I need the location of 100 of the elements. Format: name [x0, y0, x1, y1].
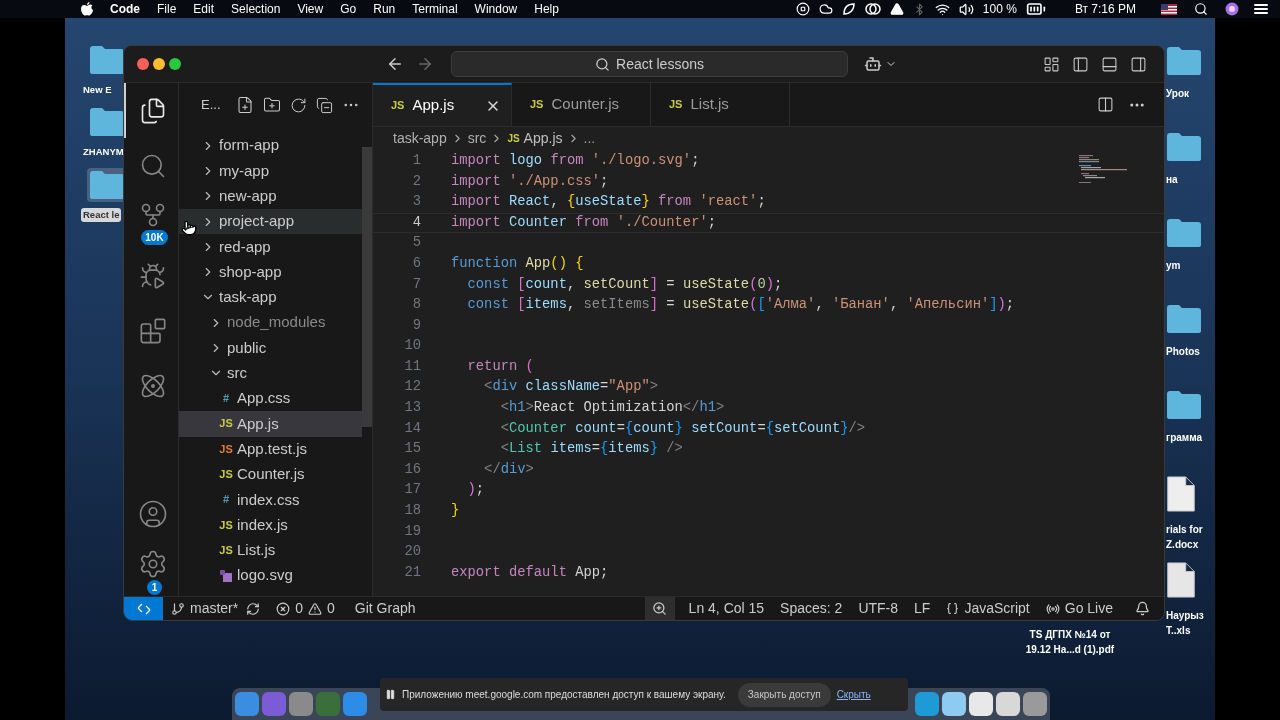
sync-icon[interactable]: [246, 601, 261, 616]
cloud-icon[interactable]: [818, 2, 833, 16]
menu-item[interactable]: Window: [474, 0, 518, 18]
folder-item[interactable]: src: [179, 360, 362, 386]
app-icon[interactable]: [1023, 692, 1047, 716]
assistant-icon[interactable]: [1225, 2, 1239, 16]
explorer-file[interactable]: # index.css: [179, 487, 362, 513]
desktop-icon-label[interactable]: Z.docx: [1166, 537, 1203, 552]
app-icon[interactable]: [996, 692, 1020, 716]
explorer-file[interactable]: JS index.js: [179, 512, 362, 538]
folder-item[interactable]: form-app: [179, 133, 362, 159]
menu-item[interactable]: Edit: [193, 0, 215, 18]
breadcrumb-item[interactable]: task-app: [393, 127, 447, 149]
sidebar-toggle-icon[interactable]: [1072, 55, 1089, 73]
desktop-icon-label[interactable]: ym: [1166, 258, 1181, 273]
menu-clock[interactable]: Вт 7:16 PM: [1074, 0, 1136, 18]
explorer-file[interactable]: logo.svg: [179, 563, 362, 589]
notifications-icon[interactable]: [1135, 601, 1150, 616]
triangle-icon[interactable]: [889, 2, 904, 16]
explorer-file[interactable]: JS App.test.js: [179, 436, 362, 462]
desktop-icon-label[interactable]: Photos: [1166, 344, 1200, 359]
breadcrumb-item[interactable]: ...: [583, 127, 596, 149]
editor-tab[interactable]: JS List.js: [651, 83, 790, 126]
explorer-file[interactable]: JS Counter.js: [179, 461, 362, 488]
apple-icon[interactable]: [81, 2, 93, 16]
minimize-window-button[interactable]: [153, 58, 165, 70]
control-center-icon[interactable]: [1254, 3, 1268, 15]
folder-item[interactable]: project-app: [179, 208, 362, 235]
desktop-icon-label[interactable]: React le: [81, 207, 122, 222]
volume-icon[interactable]: [958, 1, 974, 17]
extensions-icon[interactable]: [138, 316, 167, 345]
desktop-icon-label[interactable]: Наурыз: [1166, 608, 1204, 623]
menu-item[interactable]: Run: [373, 0, 396, 18]
folder-item[interactable]: public: [179, 335, 362, 361]
flag-icon[interactable]: [1161, 3, 1177, 15]
desktop-icon-label[interactable]: New E: [81, 83, 114, 98]
run-debug-icon[interactable]: [138, 261, 167, 290]
stop-sharing-button[interactable]: Закрыть доступ: [737, 682, 831, 707]
rings-icon[interactable]: [864, 2, 881, 16]
remote-button[interactable]: [124, 597, 163, 620]
cursor-position[interactable]: Ln 4, Col 15: [680, 597, 773, 620]
folder-item[interactable]: new-app: [179, 183, 362, 209]
menu-item[interactable]: Terminal: [412, 0, 458, 18]
desktop-icon-label[interactable]: TS ДГПХ №14 от: [1029, 627, 1111, 642]
pause-icon[interactable]: [385, 689, 396, 700]
desktop-icon-label[interactable]: ZHANYM: [81, 145, 123, 160]
account-icon[interactable]: [137, 498, 168, 529]
leaf-icon[interactable]: [841, 2, 856, 16]
layout-icon[interactable]: [1043, 55, 1060, 73]
desktop-icon-label[interactable]: на: [1166, 172, 1178, 187]
menu-item[interactable]: File: [157, 0, 177, 18]
explorer-file[interactable]: JS List.js: [179, 537, 362, 564]
folder-item[interactable]: red-app: [179, 234, 362, 260]
secondary-sidebar-toggle-icon[interactable]: [1130, 55, 1147, 73]
language-button[interactable]: JavaScript: [938, 597, 1038, 620]
forward-arrow-icon[interactable]: [416, 55, 434, 73]
explorer-file[interactable]: # App.css: [179, 385, 362, 412]
robot-icon[interactable]: [864, 55, 882, 73]
folder-item[interactable]: task-app: [179, 284, 362, 311]
problems-button[interactable]: 0 0: [268, 597, 343, 620]
app-icon[interactable]: [942, 692, 966, 716]
close-window-button[interactable]: [137, 58, 149, 70]
command-search-field[interactable]: React lessons: [451, 51, 848, 77]
encoding-button[interactable]: UTF-8: [850, 597, 907, 620]
split-editor-icon[interactable]: [1097, 96, 1114, 113]
explorer-file[interactable]: JS App.js: [179, 411, 362, 437]
breadcrumb-item[interactable]: src: [467, 127, 487, 149]
branch-button[interactable]: master*: [163, 597, 247, 620]
menu-item[interactable]: Help: [534, 0, 559, 18]
activity-bar-item[interactable]: 1: [124, 541, 179, 596]
indentation-button[interactable]: Spaces: 2: [772, 597, 851, 620]
desktop-icon-label[interactable]: грамма: [1166, 430, 1203, 445]
menu-item[interactable]: Selection: [231, 0, 281, 18]
app-menu[interactable]: Code: [110, 0, 140, 18]
desktop-icon-label[interactable]: T..xls: [1166, 623, 1204, 638]
breadcrumb-item[interactable]: App.js: [523, 127, 563, 149]
desktop-icon-label[interactable]: rials for: [1166, 522, 1203, 537]
app-icon[interactable]: [969, 692, 993, 716]
editor-tab[interactable]: JS Counter.js: [512, 83, 651, 126]
folder-item[interactable]: node_modules: [179, 310, 362, 336]
line-ending-button[interactable]: LF: [906, 597, 939, 620]
menu-item[interactable]: Go: [340, 0, 357, 18]
search-icon[interactable]: [1194, 2, 1208, 16]
folder-item[interactable]: shop-app: [179, 259, 362, 285]
desktop-icon-label[interactable]: 19.12 На...d (1).pdf: [1025, 642, 1115, 657]
scrollbar-thumb[interactable]: [362, 147, 372, 427]
activity-bar-item[interactable]: 10K: [124, 193, 179, 248]
menu-item[interactable]: View: [297, 0, 324, 18]
zoom-button[interactable]: [644, 597, 675, 620]
desktop-icon-label[interactable]: Урок: [1166, 86, 1190, 101]
go-live-button[interactable]: Go Live: [1037, 597, 1121, 620]
zoom-window-button[interactable]: [169, 58, 181, 70]
editor-tab[interactable]: JS App.js: [373, 83, 512, 126]
refresh-icon[interactable]: [289, 96, 307, 114]
hide-link[interactable]: Скрыть: [836, 687, 871, 702]
folder-item[interactable]: my-app: [179, 158, 362, 184]
panel-toggle-icon[interactable]: [1101, 55, 1118, 73]
wifi-icon[interactable]: [934, 1, 950, 17]
new-folder-icon[interactable]: [262, 96, 281, 114]
stop-icon[interactable]: [795, 2, 810, 16]
